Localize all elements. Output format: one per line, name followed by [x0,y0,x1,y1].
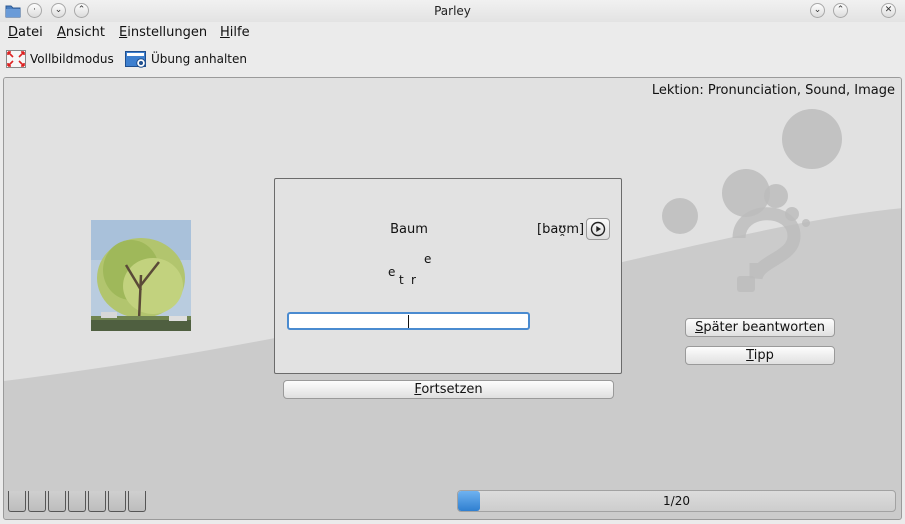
scrambled-letter: t [399,273,404,287]
practice-area: Lektion: Pronunciation, Sound, Image Bau… [3,77,902,520]
maximize-button[interactable]: ⌃ [833,3,848,18]
answer-counters [8,491,148,513]
play-sound-button[interactable] [586,218,610,240]
lesson-title: Lektion: Pronunciation, Sound, Image [651,83,895,98]
question-word: Baum [390,222,428,237]
scrambled-letter: e [424,252,432,266]
willow-tree-image [91,220,191,331]
fullscreen-icon [6,50,26,68]
window-title: Parley [434,4,471,18]
answer-later-button[interactable]: Später beantworten [685,318,835,337]
pause-exercise-icon [125,51,146,68]
fullscreen-label: Vollbildmodus [30,52,114,66]
title-bar: · ⌄ ⌃ Parley ⌄ ⌃ ✕ [0,0,905,22]
counter-box [68,491,86,512]
counter-box [108,491,126,512]
scrambled-letter: e [388,265,396,279]
menu-einstellungen[interactable]: Einstellungen [119,25,207,40]
play-icon [590,221,606,237]
text-caret [408,315,409,328]
menu-bar: Datei Ansicht Einstellungen Hilfe [0,22,905,44]
progress-text: 1/20 [663,494,690,508]
close-button[interactable]: ✕ [881,3,896,18]
counter-box [8,491,26,512]
counter-box [48,491,66,512]
continue-button[interactable]: Fortsetzen [283,380,614,399]
menu-ansicht[interactable]: Ansicht [57,25,105,40]
menu-datei[interactable]: Datei [8,25,43,40]
toolbar: Vollbildmodus Übung anhalten [0,44,905,74]
pause-exercise-button[interactable]: Übung anhalten [125,48,247,70]
progress-bar: 1/20 [457,490,896,512]
parley-window: · ⌄ ⌃ Parley ⌄ ⌃ ✕ Datei Ansicht Einstel… [0,0,905,524]
counter-box [128,491,146,512]
scrambled-letter: r [411,273,416,287]
minimize-button[interactable]: ⌄ [810,3,825,18]
hint-button[interactable]: Tipp [685,346,835,365]
pause-exercise-label: Übung anhalten [151,52,247,66]
counter-box [88,491,106,512]
question-box: Baum [baʊ̯m] e t r e [274,178,622,374]
menu-hilfe[interactable]: Hilfe [220,25,250,40]
pronunciation: [baʊ̯m] [537,222,585,237]
counter-box [28,491,46,512]
fullscreen-button[interactable]: Vollbildmodus [6,48,114,70]
